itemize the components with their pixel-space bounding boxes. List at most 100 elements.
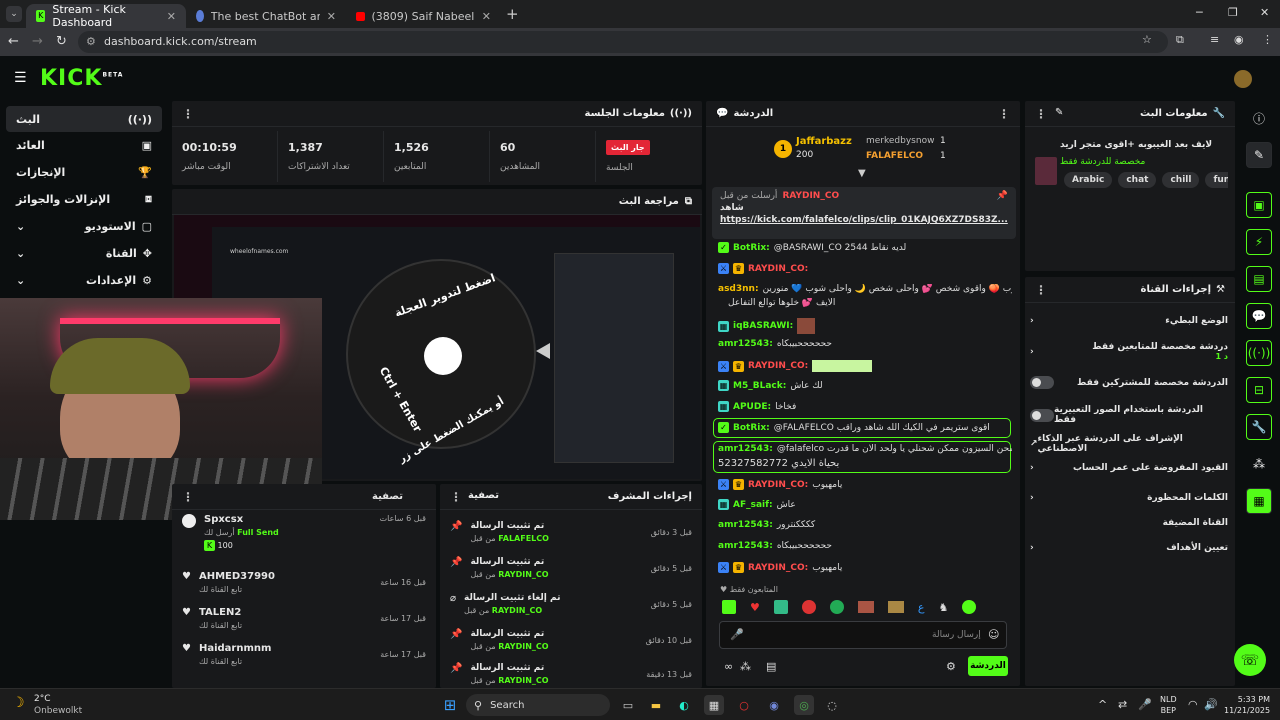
collapse-icon[interactable]: ▼ [858,168,866,179]
users-icon[interactable]: ⁂ [740,660,751,673]
obs-icon[interactable]: ◌ [822,695,842,715]
emote-icon[interactable]: ♥ [750,601,760,614]
pinned-link[interactable]: https://kick.com/falafelco/clips/clip_01… [720,215,1008,225]
tag-chip[interactable]: Arabic [1064,172,1113,188]
chat-icon[interactable]: 💬 [1246,303,1272,329]
filter-label[interactable]: تصفية [468,490,499,504]
channel-action-emote-only[interactable]: الدردشة باستخدام الصور التعبيرية فقط [1030,405,1228,425]
more-options-icon[interactable]: ⋮ [998,107,1010,121]
tab-youtube[interactable]: (3809) Saif Nabeel - Ya Ma ✕ [346,4,501,28]
channel-action-goals[interactable]: › تعيين الأهداف [1030,543,1228,553]
emoji-icon[interactable]: ☺ [988,628,999,641]
edit-icon[interactable]: ✎ [1055,107,1063,121]
chat-user[interactable]: amr12543: [718,541,773,551]
chat-user[interactable]: RAYDIN_CO: [748,361,808,371]
tray-chevron-icon[interactable]: ^ [1098,698,1107,711]
wifi-icon[interactable]: ◠ [1188,698,1198,711]
file-explorer-icon[interactable]: ▬ [646,695,666,715]
task-view-icon[interactable]: ▭ [618,695,638,715]
extensions-icon[interactable]: ⧉ [1176,33,1184,47]
chat-input[interactable]: 🎤 إرسال رسالة ☺ [719,621,1007,649]
channel-action-ai-moderation[interactable]: ↗ الإشراف على الدردشة عبر الذكاء الاصطناع… [1030,434,1228,454]
kick-logo[interactable]: KICKBETA [40,66,123,91]
sidebar-item-stream[interactable]: البث ((·)) [6,106,162,132]
weather-icon[interactable]: ☽ [12,695,25,711]
support-chat-button[interactable]: ☏ [1234,644,1266,676]
forward-icon[interactable]: → [32,34,43,49]
chat-user[interactable]: amr12543: [718,444,773,454]
chat-user[interactable]: APUDE: [733,402,771,412]
emote-icon[interactable] [722,600,736,614]
bookmark-star-icon[interactable]: ☆ [1142,33,1152,46]
stream-category[interactable]: مخصصة للدردشة فقط [1060,157,1145,167]
close-tab-icon[interactable]: ✕ [327,10,336,23]
channel-action-subscribers-only[interactable]: الدردشة مخصصة للمشتركين فقط [1030,376,1228,389]
chat-settings-icon[interactable]: ⚙ [946,660,956,673]
profile-icon[interactable]: ◉ [1234,33,1244,46]
maximize-icon[interactable]: ❐ [1228,6,1238,19]
edge-icon[interactable]: ◐ [674,695,694,715]
users-icon[interactable]: ⁂ [1246,451,1272,477]
back-icon[interactable]: ← [8,34,19,49]
more-options-icon[interactable]: ⋮ [450,490,462,504]
pin-icon[interactable]: 📌 [997,191,1008,201]
more-options-icon[interactable]: ⋮ [182,107,194,121]
channel-action-account-age[interactable]: › القيود المفروضة على عمر الحساب [1030,463,1228,473]
browser-menu-icon[interactable]: ⋮ [1262,33,1273,46]
tab-search-button[interactable]: ⌄ [6,6,22,22]
channel-action-host[interactable]: القناة المضيفة [1030,518,1228,528]
screen-icon[interactable]: ▣ [1246,192,1272,218]
network-icon[interactable]: ⇄ [1118,698,1127,711]
clock[interactable]: 5:33 PM 11/21/2025 [1224,694,1270,716]
chat-user[interactable]: BotRix: [733,423,770,433]
chat-user[interactable]: AF_saif: [733,500,773,510]
toggle-switch[interactable] [1030,408,1054,422]
broadcast-icon[interactable]: ((·)) [1246,340,1272,366]
hamburger-menu-icon[interactable]: ☰ [14,70,27,86]
emote-icon[interactable] [857,601,874,613]
infinity-icon[interactable]: ∞ [724,660,733,673]
chat-user[interactable]: RAYDIN_CO: [748,264,808,274]
chat-user[interactable]: BotRix: [733,243,770,253]
tag-chip[interactable]: chill [1162,172,1200,188]
store-icon[interactable]: ▦ [704,695,724,715]
sidebar-item-studio[interactable]: ⌄ الاستوديو ▢ [6,213,162,239]
tag-chip[interactable]: funny [1205,172,1228,188]
minimize-icon[interactable]: ─ [1196,6,1203,19]
user-avatar[interactable] [1234,70,1252,88]
emote-icon[interactable] [887,601,904,613]
opera-icon[interactable]: ○ [734,695,754,715]
pinned-message[interactable]: أرسلت من قبل RAYDIN_CO 📌 شاهد https://ki… [712,187,1016,239]
tab-kick-dashboard[interactable]: K Stream - Kick Dashboard ✕ [26,3,186,29]
more-options-icon[interactable]: ⋮ [182,490,194,504]
chat-user[interactable]: RAYDIN_CO: [748,480,808,490]
site-info-icon[interactable]: ⚙ [86,31,96,53]
sidebar-item-drops[interactable]: الإنزالات والجوائز ⧈ [6,186,162,212]
url-field[interactable]: ⚙ dashboard.kick.com/stream [78,31,1168,53]
wrench-icon[interactable]: 🔧 [1246,414,1272,440]
app-icon[interactable]: ▦ [1246,488,1272,514]
chat-user[interactable]: amr12543: [718,520,773,530]
mic-icon[interactable]: 🎤 [1138,698,1152,711]
layout-icon[interactable]: ⊟ [1246,377,1272,403]
sidebar-item-achievements[interactable]: الإنجازات 🏆 [6,159,162,185]
lang-indicator[interactable]: NLD BEP [1160,694,1177,716]
reading-list-icon[interactable]: ≡ [1210,33,1219,46]
chat-user[interactable]: amr12543: [718,339,773,349]
channel-action-banned-words[interactable]: › الكلمات المحظورة [1030,493,1228,503]
chat-user[interactable]: M5_BLack: [733,381,786,391]
chat-user[interactable]: iqBASRAWI: [733,321,793,331]
chat-user[interactable]: RAYDIN_CO: [748,563,808,573]
close-tab-icon[interactable]: ✕ [167,10,176,23]
edit-icon[interactable]: ✎ [1246,142,1272,168]
lightning-icon[interactable]: ⚡ [1246,229,1272,255]
activity-filter[interactable]: تصفية [372,491,403,502]
toggle-switch[interactable] [1030,376,1054,389]
sidebar-item-settings[interactable]: ⌄ الإعدادات ⚙ [6,267,162,293]
tab-chatbot[interactable]: The best ChatBot and Widgets ✕ [186,4,346,28]
new-tab-button[interactable]: + [506,5,519,23]
emote-icon[interactable] [801,600,816,614]
close-window-icon[interactable]: ✕ [1260,6,1269,19]
tag-chip[interactable]: chat [1118,172,1157,188]
channel-action-followers-only[interactable]: › دردشة مخصصة للمتابعين فقط د 1 [1030,342,1228,362]
